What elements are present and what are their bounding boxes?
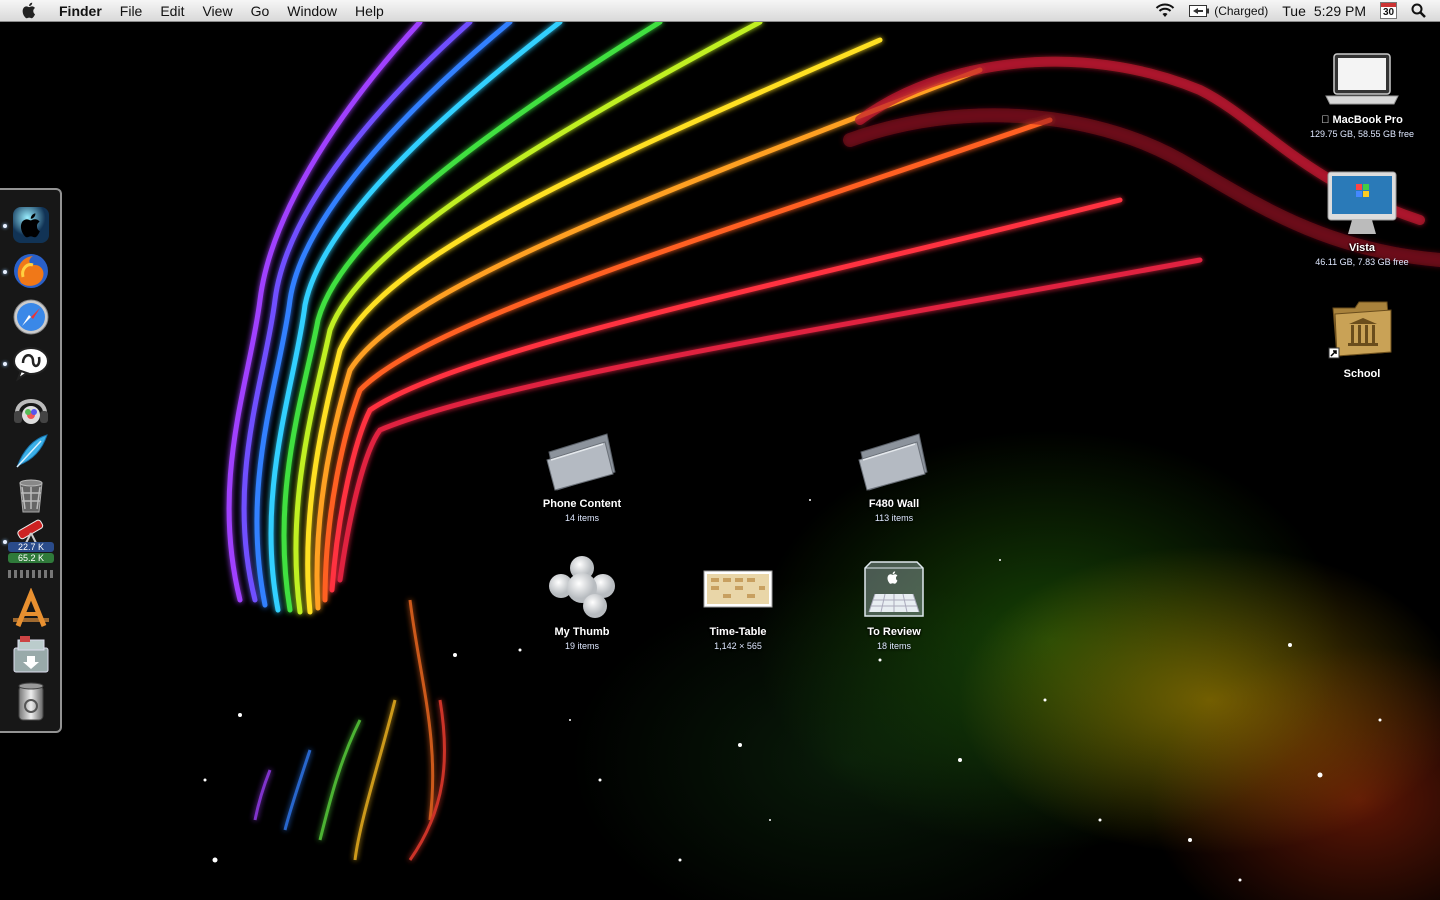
folder-label: School	[1343, 368, 1381, 380]
downloads-tray-icon	[13, 636, 49, 673]
desktop-drive-my-thumb[interactable]: My Thumb 19 items	[507, 548, 657, 651]
battery-status[interactable]: (Charged)	[1189, 4, 1268, 18]
wifi-icon[interactable]	[1155, 3, 1175, 18]
laptop-icon	[1287, 36, 1437, 108]
dock-item-applications[interactable]	[10, 588, 52, 630]
item-info: 14 items	[564, 513, 599, 523]
drive-info: 129.75 GB, 58.55 GB free	[1309, 129, 1415, 139]
menu-extras: (Charged) Tue 5:29 PM 30	[1148, 0, 1440, 22]
dock-item-trash[interactable]	[10, 680, 52, 722]
battery-icon	[1189, 4, 1210, 17]
drive-label: Vista	[1348, 242, 1376, 254]
item-label: My Thumb	[554, 626, 610, 638]
waste-basket-icon	[19, 479, 43, 513]
firefox-icon	[14, 254, 48, 288]
folder-icon	[819, 420, 969, 492]
trash-can-icon	[18, 682, 44, 721]
desktop-folder-to-review[interactable]: To Review 18 items	[819, 548, 969, 651]
desktop-folder-f480-wall[interactable]: F480 Wall 113 items	[819, 420, 969, 523]
clock[interactable]: Tue 5:29 PM	[1282, 3, 1366, 19]
spotlight-search-icon[interactable]	[1411, 3, 1426, 18]
folder-icon	[507, 420, 657, 492]
item-label: To Review	[867, 626, 921, 638]
calendar-icon[interactable]: 30	[1380, 2, 1397, 19]
dock-item-firefox[interactable]	[10, 250, 52, 292]
calendar-day: 30	[1382, 6, 1395, 18]
item-info: 18 items	[876, 641, 911, 651]
item-label: Phone Content	[542, 498, 622, 510]
item-label: F480 Wall	[868, 498, 920, 510]
school-folder-alias-icon	[1287, 290, 1437, 362]
item-info: 1,142 × 565	[714, 641, 762, 651]
desktop-file-time-table[interactable]: Time-Table 1,142 × 565	[663, 548, 813, 651]
telescope-icon	[17, 519, 44, 545]
feather-icon	[16, 434, 48, 468]
menu-go[interactable]: Go	[242, 0, 279, 22]
menu-file[interactable]: File	[111, 0, 152, 22]
running-indicator	[3, 270, 7, 274]
item-label: Time-Table	[709, 626, 767, 638]
running-indicator	[3, 224, 7, 228]
glass-box-icon	[819, 548, 969, 620]
dock-separator	[8, 570, 54, 578]
desktop-wallpaper	[0, 0, 1440, 900]
menu-edit[interactable]: Edit	[151, 0, 193, 22]
desktop-folder-school[interactable]: School	[1287, 290, 1437, 380]
desktop-drive-vista[interactable]: Vista 46.11 GB, 7.83 GB free	[1287, 164, 1437, 267]
apple-badge-icon: 	[1321, 114, 1332, 126]
desktop-drive-macbook-pro[interactable]:  MacBook Pro 129.75 GB, 58.55 GB free	[1287, 36, 1437, 139]
running-indicator	[3, 362, 7, 366]
dock-item-feather-app[interactable]	[10, 430, 52, 472]
dock-item-trash-app[interactable]	[10, 474, 52, 516]
network-download-rate: 65.2 K	[8, 553, 54, 563]
clock-time: 5:29 PM	[1313, 2, 1366, 19]
battery-text: (Charged)	[1214, 3, 1269, 18]
clock-day: Tue	[1282, 2, 1306, 19]
item-info: 19 items	[564, 641, 599, 651]
menu-view[interactable]: View	[193, 0, 241, 22]
network-upload-rate: 22.7 K	[8, 542, 54, 552]
apple-logo-icon[interactable]	[18, 2, 38, 19]
menu-help[interactable]: Help	[346, 0, 393, 22]
menu-app-name[interactable]: Finder	[50, 0, 111, 22]
wallpaper-art	[203, 19, 1440, 882]
menu-window[interactable]: Window	[278, 0, 346, 22]
drive-label: MacBook Pro	[1326, 114, 1403, 126]
drive-info: 46.11 GB, 7.83 GB free	[1315, 257, 1409, 267]
usb-drive-icon	[507, 548, 657, 620]
image-file-icon	[663, 548, 813, 620]
apple-sphere-icon	[13, 207, 49, 243]
safari-compass-icon	[13, 299, 49, 335]
dock: 22.7 K 65.2 K	[0, 188, 62, 733]
dock-item-downloads[interactable]	[10, 634, 52, 676]
dock-item-apple-app[interactable]	[10, 204, 52, 246]
dock-item-safari[interactable]	[10, 296, 52, 338]
desktop-folder-phone-content[interactable]: Phone Content 14 items	[507, 420, 657, 523]
running-indicator	[3, 540, 7, 544]
applications-a-icon	[13, 588, 49, 627]
item-info: 113 items	[874, 513, 914, 523]
menu-bar: Finder File Edit View Go Window Help (Ch…	[0, 0, 1440, 22]
imac-windows-icon	[1287, 164, 1437, 236]
dock-item-itunes[interactable]	[10, 388, 52, 430]
headphones-music-icon	[14, 399, 48, 424]
dock-item-chat-app[interactable]	[10, 342, 52, 384]
chat-bubble-icon	[13, 347, 49, 382]
